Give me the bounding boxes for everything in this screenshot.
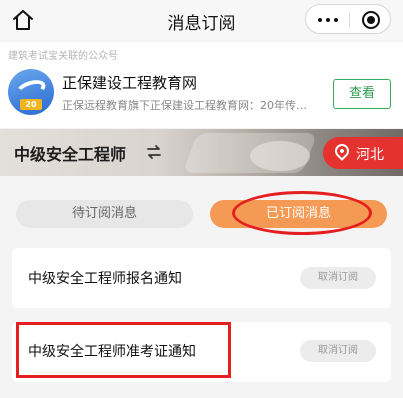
linked-account-note: 建筑考试宝关联的公众号 bbox=[8, 51, 118, 62]
subscription-title: 中级安全工程师报名通知 bbox=[28, 271, 182, 287]
unsubscribe-button[interactable]: 取消订阅 bbox=[300, 340, 376, 362]
more-dots-icon[interactable] bbox=[318, 18, 338, 22]
subscription-item: 中级安全工程师报名通知 取消订阅 bbox=[12, 248, 391, 308]
tab-pending-messages[interactable]: 待订阅消息 bbox=[16, 200, 193, 228]
logo-swirl-icon bbox=[14, 76, 48, 102]
unsubscribe-button[interactable]: 取消订阅 bbox=[300, 267, 376, 289]
account-name: 正保建设工程教育网 bbox=[62, 74, 198, 92]
nav-bar: 消息订阅 bbox=[0, 0, 403, 40]
mini-program-capsule bbox=[305, 4, 391, 34]
account-logo: 20 bbox=[8, 69, 54, 115]
region-label: 河北 bbox=[356, 147, 384, 163]
account-description: 正保远程教育旗下正保建设工程教育网：20年传… bbox=[62, 99, 307, 112]
exam-title[interactable]: 中级安全工程师 bbox=[14, 141, 126, 165]
target-icon[interactable] bbox=[362, 11, 380, 29]
red-box-annotation bbox=[16, 322, 231, 378]
swap-arrows-icon[interactable] bbox=[146, 143, 162, 161]
view-button[interactable]: 查看 bbox=[333, 79, 391, 109]
location-pin-icon bbox=[332, 141, 352, 161]
region-selector[interactable]: 河北 bbox=[323, 137, 403, 169]
capsule-divider bbox=[349, 12, 350, 28]
official-account-card: 建筑考试宝关联的公众号 20 正保建设工程教育网 正保远程教育旗下正保建设工程教… bbox=[0, 42, 403, 128]
logo-badge: 20 bbox=[20, 99, 42, 110]
red-circle-annotation bbox=[232, 191, 372, 235]
